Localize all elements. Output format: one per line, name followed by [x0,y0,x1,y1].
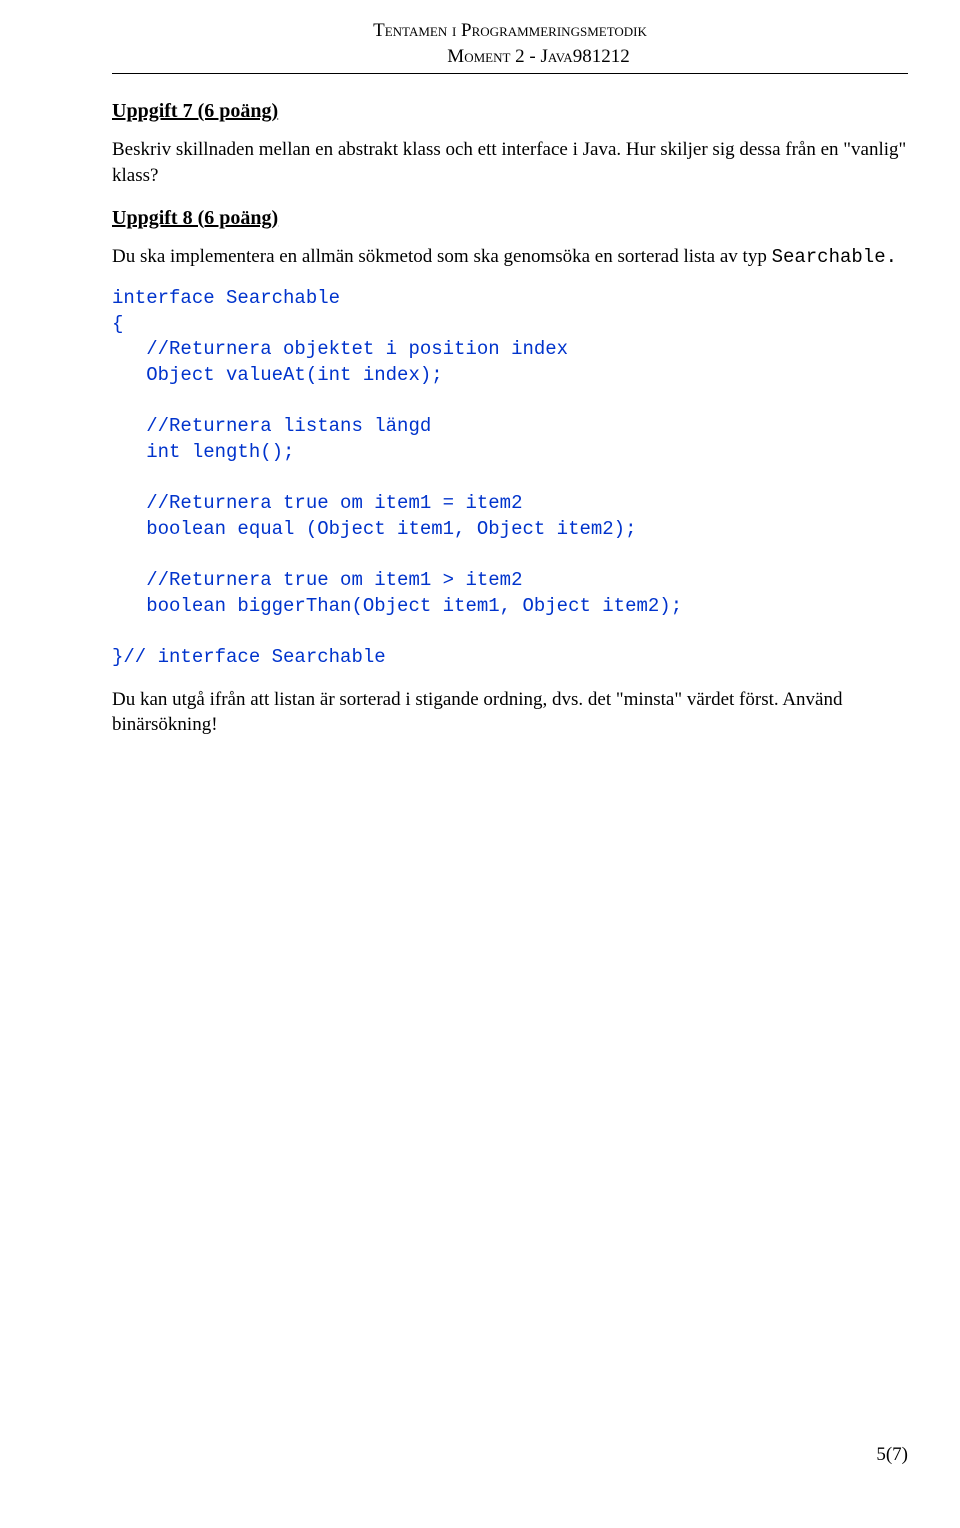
header-date: 981212 [573,44,908,70]
header-rule [112,73,908,74]
header-row-1: Tentamen i Programmeringsmetodik [112,18,908,44]
header-title-line2: Moment 2 - Java [447,44,572,70]
task7-heading: Uppgift 7 (6 poäng) [112,98,908,125]
task8-outro: Du kan utgå ifrån att listan är sorterad… [112,687,908,738]
header-title-line1: Tentamen i Programmeringsmetodik [373,18,647,44]
page-number: 5(7) [876,1442,908,1468]
header-row-2: Moment 2 - Java 981212 [112,44,908,70]
task8-heading: Uppgift 8 (6 poäng) [112,205,908,232]
task8-intro-code: Searchable. [772,246,897,268]
task7-paragraph: Beskriv skillnaden mellan en abstrakt kl… [112,137,908,188]
task8-intro-text: Du ska implementera en allmän sökmetod s… [112,246,772,267]
page: Tentamen i Programmeringsmetodik Moment … [0,0,960,1528]
task8-code-block: interface Searchable { //Returnera objek… [112,286,908,671]
task8-intro: Du ska implementera en allmän sökmetod s… [112,244,908,271]
